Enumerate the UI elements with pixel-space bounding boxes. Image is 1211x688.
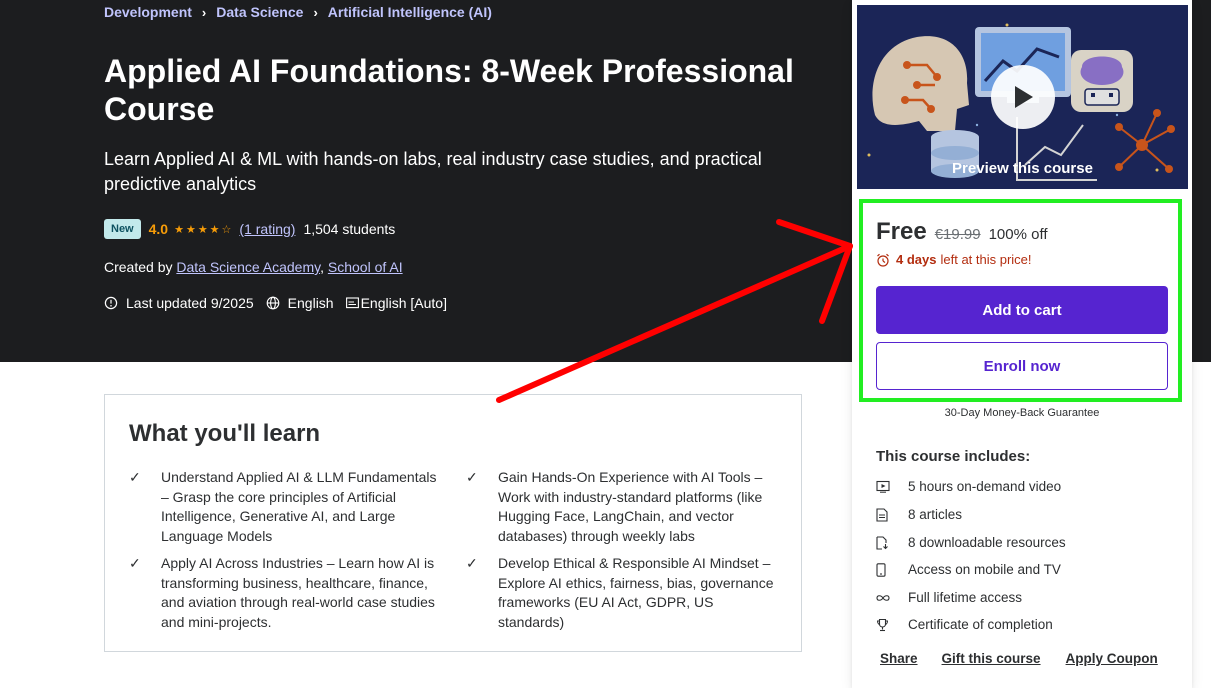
author-link-data-science-academy[interactable]: Data Science Academy [176, 259, 320, 275]
article-icon [876, 507, 908, 522]
includes-title: This course includes: [876, 448, 1031, 465]
apply-coupon-link[interactable]: Apply Coupon [1066, 651, 1158, 666]
current-price: Free [876, 218, 927, 245]
include-label: 8 downloadable resources [908, 535, 1066, 550]
breadcrumb-data-science[interactable]: Data Science [216, 4, 303, 20]
price-row: Free €19.99 100% off [876, 218, 1048, 246]
trophy-icon [876, 618, 908, 632]
learn-title: What you'll learn [129, 420, 321, 447]
share-link[interactable]: Share [880, 651, 918, 666]
days-left: 4 days [896, 252, 937, 267]
price-timer: 4 days left at this price! [876, 252, 1032, 267]
video-icon [876, 480, 908, 493]
breadcrumb-development[interactable]: Development [104, 4, 192, 20]
created-by: Created by Data Science Academy, School … [104, 259, 403, 275]
purchase-sidebar: Preview this course Free €19.99 100% off… [852, 0, 1192, 688]
course-title: Applied AI Foundations: 8-Week Professio… [104, 53, 794, 127]
captions-icon [345, 297, 359, 309]
learn-item: ✓ Gain Hands-On Experience with AI Tools… [466, 468, 781, 546]
globe-icon [266, 296, 280, 310]
chevron-right-icon: › [201, 4, 207, 20]
download-file-icon [876, 535, 908, 550]
include-item-video: 5 hours on-demand video [876, 479, 1061, 494]
rating-value: 4.0 [148, 221, 169, 237]
include-label: 5 hours on-demand video [908, 479, 1062, 494]
include-item-articles: 8 articles [876, 507, 962, 522]
money-back-guarantee: 30-Day Money-Back Guarantee [944, 407, 1100, 419]
check-icon: ✓ [466, 555, 478, 571]
include-label: Access on mobile and TV [908, 562, 1061, 577]
breadcrumb-ai[interactable]: Artificial Intelligence (AI) [328, 4, 492, 20]
course-subtitle: Learn Applied AI & ML with hands-on labs… [104, 149, 762, 194]
learn-item: ✓ Develop Ethical & Responsible AI Minds… [466, 554, 781, 632]
include-label: Certificate of completion [908, 617, 1053, 632]
include-label: Full lifetime access [908, 590, 1023, 605]
breadcrumb: Development › Data Science › Artificial … [104, 4, 492, 20]
mobile-icon [876, 562, 908, 577]
include-item-mobile: Access on mobile and TV [876, 562, 1061, 577]
learn-item: ✓ Apply AI Across Industries – Learn how… [129, 554, 439, 632]
chevron-right-icon: › [313, 4, 318, 20]
learn-item: ✓ Understand Applied AI & LLM Fundamenta… [129, 468, 439, 546]
enroll-now-button[interactable]: Enroll now [876, 342, 1168, 390]
rating-count-link[interactable]: (1 rating) [239, 221, 295, 237]
new-badge: New [104, 219, 141, 239]
course-preview-video[interactable]: Preview this course [857, 5, 1188, 189]
include-item-lifetime: Full lifetime access [876, 590, 1022, 605]
discount-percent: 100% off [988, 226, 1048, 243]
learn-item-text: Gain Hands-On Experience with AI Tools –… [498, 469, 763, 544]
alert-badge-icon [104, 296, 118, 310]
star-rating-icon: ★★★★☆ [174, 223, 234, 236]
last-updated: Last updated 9/2025 [126, 295, 254, 311]
rating-row: New 4.0 ★★★★☆ (1 rating) 1,504 students [104, 219, 395, 239]
check-icon: ✓ [129, 555, 141, 571]
sidebar-links: Share Gift this course Apply Coupon [880, 651, 1158, 666]
include-item-certificate: Certificate of completion [876, 617, 1053, 632]
what-youll-learn: What you'll learn ✓ Understand Applied A… [104, 394, 802, 652]
author-link-school-of-ai[interactable]: School of AI [328, 259, 403, 275]
course-info-row: Last updated 9/2025 English English [Aut… [104, 295, 447, 311]
created-by-label: Created by [104, 259, 173, 275]
play-button-icon[interactable] [991, 65, 1055, 129]
preview-label: Preview this course [952, 160, 1093, 177]
student-count: 1,504 students [303, 221, 396, 237]
timer-text: left at this price! [940, 252, 1032, 267]
original-price: €19.99 [934, 226, 981, 243]
learn-item-text: Apply AI Across Industries – Learn how A… [161, 555, 435, 630]
course-language: English [287, 295, 334, 311]
learn-item-text: Develop Ethical & Responsible AI Mindset… [498, 555, 774, 630]
check-icon: ✓ [129, 469, 141, 485]
learn-item-text: Understand Applied AI & LLM Fundamentals… [161, 469, 437, 544]
include-item-resources: 8 downloadable resources [876, 535, 1066, 550]
infinity-icon [876, 594, 908, 602]
alarm-clock-icon [876, 253, 890, 267]
add-to-cart-button[interactable]: Add to cart [876, 286, 1168, 334]
include-label: 8 articles [908, 507, 963, 522]
check-icon: ✓ [466, 469, 478, 485]
course-captions: English [Auto] [360, 295, 447, 311]
author-separator: , [320, 259, 324, 275]
gift-course-link[interactable]: Gift this course [942, 651, 1041, 666]
